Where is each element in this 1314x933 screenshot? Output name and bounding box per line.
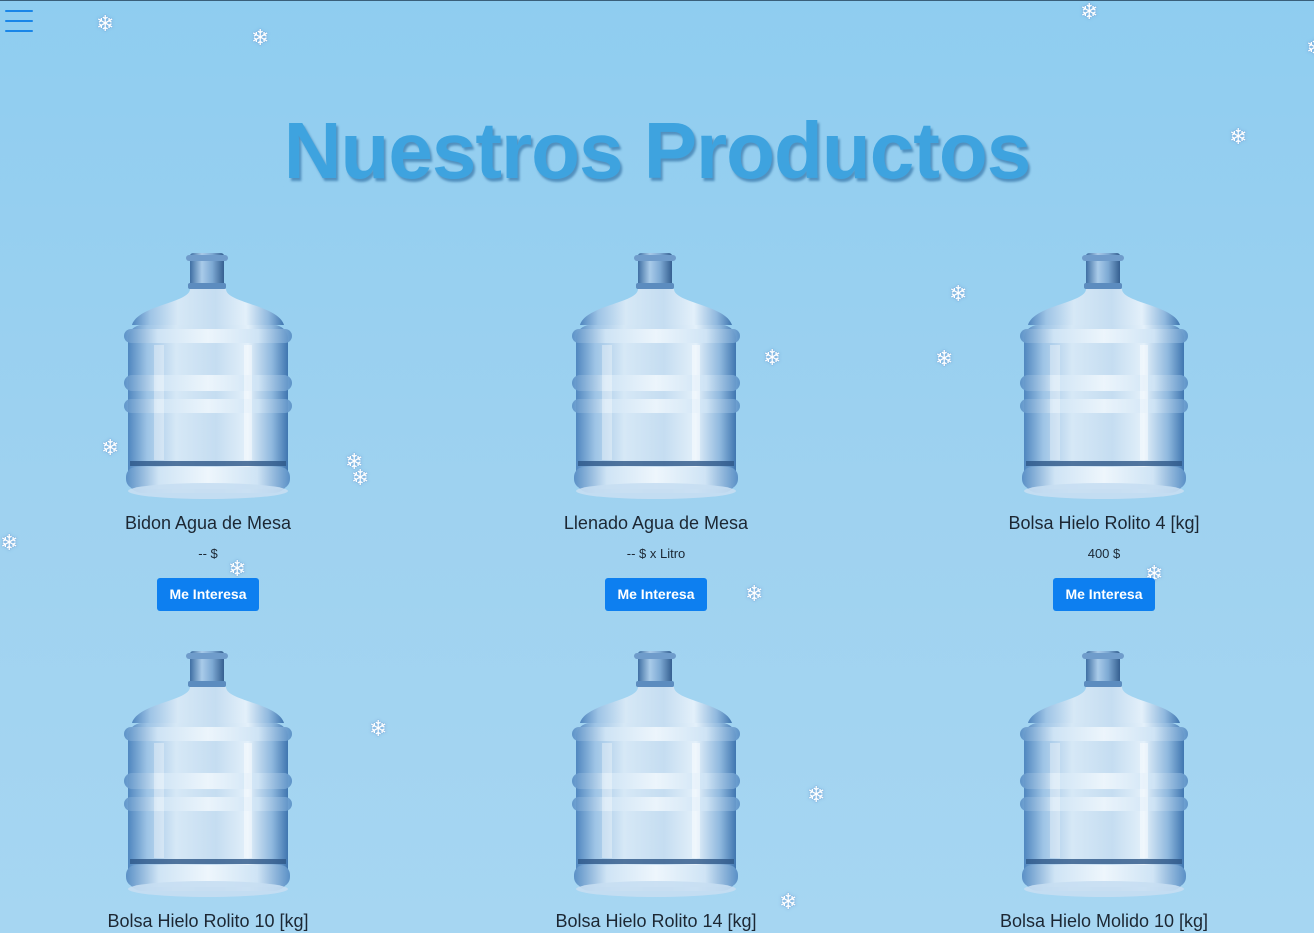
product-card: Bolsa Hielo Molido 10 [kg]: [954, 651, 1254, 932]
me-interesa-button[interactable]: Me Interesa: [157, 578, 259, 611]
me-interesa-button[interactable]: Me Interesa: [1053, 578, 1155, 611]
product-name: Bidon Agua de Mesa: [124, 513, 292, 533]
product-card: Bidon Agua de Mesa -- $ Me Interesa: [58, 253, 358, 611]
me-interesa-button[interactable]: Me Interesa: [605, 578, 707, 611]
page-title: Nuestros Productos: [283, 106, 1032, 195]
product-price: 400 $: [1087, 546, 1121, 561]
water-jug-image: [118, 651, 298, 901]
water-jug-image: [1014, 253, 1194, 503]
product-name: Bolsa Hielo Rolito 10 [kg]: [107, 911, 309, 931]
snowflake-icon: ❄: [807, 782, 826, 807]
snowflake-icon: ❄: [1306, 37, 1314, 59]
water-jug-image: [566, 651, 746, 901]
snowflake-icon: ❄: [96, 11, 115, 36]
snowflake-icon: ❄: [369, 716, 388, 741]
snowflake-icon: ❄: [1080, 0, 1099, 24]
snowflake-icon: ❄: [0, 530, 19, 555]
product-price: -- $: [198, 546, 218, 561]
product-name: Bolsa Hielo Rolito 4 [kg]: [1008, 513, 1200, 533]
menu-bar: [5, 30, 33, 32]
product-card: Bolsa Hielo Rolito 4 [kg] 400 $ Me Inter…: [954, 253, 1254, 611]
product-card: Llenado Agua de Mesa -- $ x Litro Me Int…: [506, 253, 806, 611]
hamburger-menu-icon[interactable]: [5, 8, 35, 34]
snowflake-icon: ❄: [935, 346, 954, 371]
snowflake-icon: ❄: [251, 25, 270, 50]
water-jug-image: [118, 253, 298, 503]
water-jug-image: [1014, 651, 1194, 901]
product-name: Llenado Agua de Mesa: [563, 513, 749, 533]
product-card: Bolsa Hielo Rolito 10 [kg]: [58, 651, 358, 932]
water-jug-image: [566, 253, 746, 503]
product-price: -- $ x Litro: [626, 546, 686, 561]
product-card: Bolsa Hielo Rolito 14 [kg]: [506, 651, 806, 932]
product-name: Bolsa Hielo Rolito 14 [kg]: [555, 911, 757, 931]
product-name: Bolsa Hielo Molido 10 [kg]: [999, 911, 1209, 931]
menu-bar: [5, 10, 33, 12]
menu-bar: [5, 20, 33, 22]
